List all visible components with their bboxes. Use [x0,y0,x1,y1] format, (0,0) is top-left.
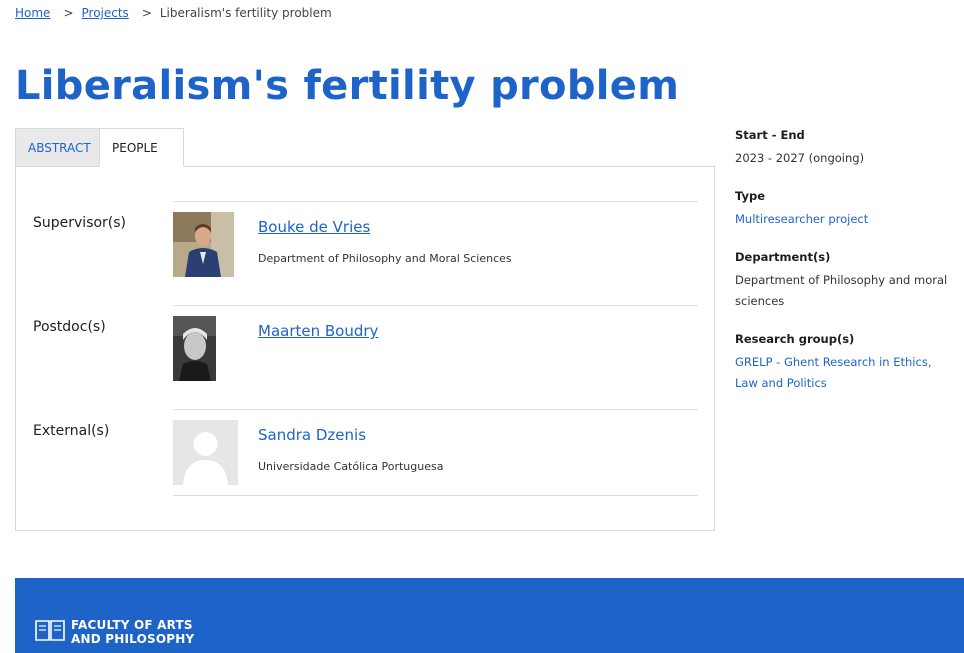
faculty-logo-text: FACULTY OF ARTS AND PHILOSOPHY [71,618,194,646]
breadcrumb-separator: > [63,6,74,20]
type-block: Type Multiresearcher project [735,189,955,230]
breadcrumb: Home > Projects > Liberalism's fertility… [15,6,332,20]
start-end-value: 2023 - 2027 (ongoing) [735,151,865,165]
person-name-link[interactable]: Maarten Boudry [258,322,378,340]
type-link[interactable]: Multiresearcher project [735,209,955,230]
person-row: Maarten Boudry [173,305,698,409]
person-photo [173,316,216,381]
people-panel: Supervisor(s) Bouke de Vries Department … [15,166,715,531]
breadcrumb-home-link[interactable]: Home [15,6,50,20]
placeholder-avatar-icon [173,420,238,485]
person-photo [173,212,234,277]
person-row: Bouke de Vries Department of Philosophy … [173,201,698,305]
faculty-logo-line1: FACULTY OF ARTS [71,618,193,632]
department-label: Department(s) [735,250,831,264]
row-divider [173,495,698,496]
department-block: Department(s) Department of Philosophy a… [735,250,955,312]
faculty-logo[interactable]: FACULTY OF ARTS AND PHILOSOPHY [35,618,194,646]
person-name-link[interactable]: Bouke de Vries [258,218,370,236]
role-label-supervisor: Supervisor(s) [33,215,127,231]
person-affiliation: Universidade Católica Portuguesa [258,460,444,473]
tab-abstract[interactable]: ABSTRACT [15,128,99,167]
research-group-link[interactable]: GRELP - Ghent Research in Ethics, Law an… [735,352,955,394]
breadcrumb-projects-link[interactable]: Projects [82,6,129,20]
role-label-postdoc: Postdoc(s) [33,319,106,335]
start-end-block: Start - End 2023 - 2027 (ongoing) [735,128,955,169]
person-name: Sandra Dzenis [258,426,367,444]
faculty-logo-line2: AND PHILOSOPHY [71,632,195,646]
department-value: Department of Philosophy and moral scien… [735,273,948,308]
start-end-label: Start - End [735,128,805,142]
open-book-icon [35,618,65,646]
role-label-external: External(s) [33,423,110,439]
person-affiliation: Department of Philosophy and Moral Scien… [258,252,512,265]
research-group-block: Research group(s) GRELP - Ghent Research… [735,332,955,394]
research-group-label: Research group(s) [735,332,855,346]
breadcrumb-separator: > [141,6,152,20]
breadcrumb-current: Liberalism's fertility problem [159,6,332,20]
tab-bar: ABSTRACT PEOPLE [15,128,184,167]
tab-people[interactable]: PEOPLE [99,128,184,167]
site-footer: FACULTY OF ARTS AND PHILOSOPHY [15,578,964,653]
type-label: Type [735,189,766,203]
page-title: Liberalism's fertility problem [15,63,680,109]
person-row: Sandra Dzenis Universidade Católica Port… [173,409,698,496]
